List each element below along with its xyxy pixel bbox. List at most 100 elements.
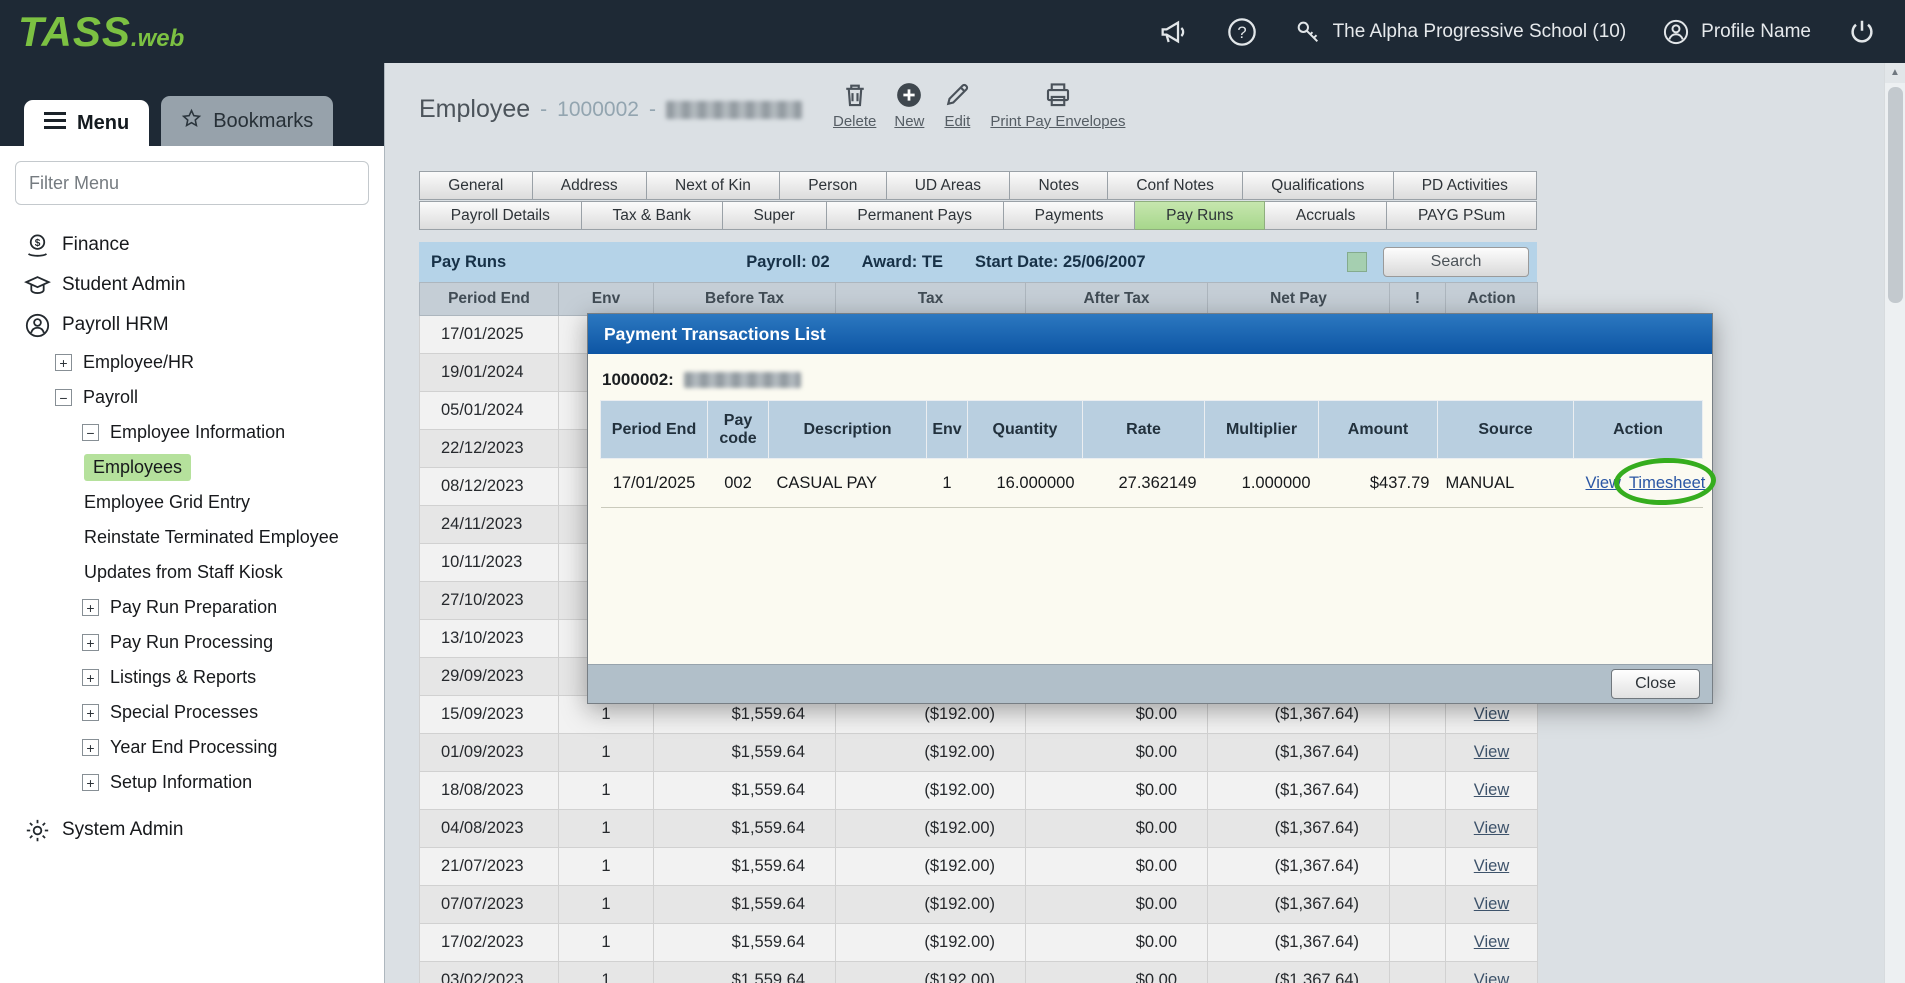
view-pay-run-link[interactable]: View <box>1474 933 1509 951</box>
sidebar-item-label[interactable]: Listings & Reports <box>110 667 256 688</box>
column-header-action: Action <box>1446 283 1538 316</box>
tab-payroll-details[interactable]: Payroll Details <box>419 201 582 230</box>
edit-button[interactable]: Edit <box>942 80 972 130</box>
view-transaction-link[interactable]: View <box>1586 474 1621 492</box>
record-toolbar: Delete New Edit Print Pay Envelopes <box>833 80 1125 130</box>
sidebar-item-employee-grid-entry[interactable]: Employee Grid Entry <box>15 485 369 520</box>
sidebar-item-label[interactable]: Employees <box>84 454 191 481</box>
tab-conf-notes[interactable]: Conf Notes <box>1108 171 1243 200</box>
expand-plus-icon[interactable]: + <box>82 774 99 791</box>
sidebar-item-employee-hr[interactable]: + Employee/HR <box>15 345 369 380</box>
view-pay-run-link[interactable]: View <box>1474 781 1509 799</box>
sidebar-item-student-admin[interactable]: Student Admin <box>15 265 369 305</box>
tab-qualifications[interactable]: Qualifications <box>1243 171 1393 200</box>
tab-permanent-pays[interactable]: Permanent Pays <box>827 201 1004 230</box>
tab-payments[interactable]: Payments <box>1004 201 1136 230</box>
profile-menu[interactable]: Profile Name <box>1662 18 1811 46</box>
bookmarks-tab[interactable]: Bookmarks <box>161 96 333 146</box>
expand-plus-icon[interactable]: + <box>82 634 99 651</box>
collapse-minus-icon[interactable]: − <box>55 389 72 406</box>
expand-plus-icon[interactable]: + <box>82 704 99 721</box>
collapse-minus-icon[interactable]: − <box>82 424 99 441</box>
sidebar-item-year-end-processing[interactable]: + Year End Processing <box>15 730 369 765</box>
sidebar-item-reinstate-terminated-employee[interactable]: Reinstate Terminated Employee <box>15 520 369 555</box>
sidebar-item-employees[interactable]: Employees <box>15 450 369 485</box>
tab-pd-activities[interactable]: PD Activities <box>1394 171 1538 200</box>
modal-title-bar[interactable]: Payment Transactions List <box>588 314 1712 354</box>
sidebar-item-label[interactable]: Student Admin <box>62 274 186 296</box>
sidebar-item-label[interactable]: Finance <box>62 234 130 256</box>
cell-description: CASUAL PAY <box>769 459 927 508</box>
sidebar-item-label[interactable]: Updates from Staff Kiosk <box>84 562 283 583</box>
cell-env: 1 <box>927 459 968 508</box>
tab-accruals[interactable]: Accruals <box>1265 201 1387 230</box>
modal-employee-heading: 1000002: <box>600 366 1700 400</box>
view-pay-run-link[interactable]: View <box>1474 743 1509 761</box>
sidebar-item-label[interactable]: Employee Information <box>110 422 285 443</box>
vertical-scrollbar[interactable]: ▲ <box>1884 63 1905 983</box>
timesheet-link[interactable]: Timesheet <box>1629 474 1705 492</box>
tab-payg-psum[interactable]: PAYG PSum <box>1387 201 1537 230</box>
sidebar-item-label[interactable]: Payroll HRM <box>62 314 169 336</box>
help-icon[interactable]: ? <box>1226 16 1258 48</box>
tab-general[interactable]: General <box>419 171 533 200</box>
sidebar-item-label[interactable]: Pay Run Preparation <box>110 597 277 618</box>
logout-power-icon[interactable] <box>1847 17 1877 47</box>
tab-address[interactable]: Address <box>533 171 647 200</box>
sidebar-item-finance[interactable]: $Finance <box>15 225 369 265</box>
sidebar-item-pay-run-preparation[interactable]: + Pay Run Preparation <box>15 590 369 625</box>
expand-plus-icon[interactable]: + <box>82 599 99 616</box>
menu-tab[interactable]: Menu <box>24 100 149 146</box>
sidebar-item-listings-reports[interactable]: + Listings & Reports <box>15 660 369 695</box>
delete-icon <box>840 80 870 110</box>
view-pay-run-link[interactable]: View <box>1474 705 1509 723</box>
sidebar-item-label[interactable]: Employee Grid Entry <box>84 492 250 513</box>
close-button[interactable]: Close <box>1611 669 1700 699</box>
sidebar-item-payroll-hrm[interactable]: Payroll HRM <box>15 305 369 345</box>
expand-plus-icon[interactable]: + <box>55 354 72 371</box>
tass-web-logo[interactable]: TASS.web <box>18 8 184 56</box>
announcements-icon[interactable] <box>1158 16 1190 48</box>
sidebar-item-label[interactable]: Year End Processing <box>110 737 277 758</box>
sidebar-item-label[interactable]: Employee/HR <box>83 352 194 373</box>
sidebar-item-label[interactable]: Payroll <box>83 387 138 408</box>
tab-pay-runs[interactable]: Pay Runs <box>1135 201 1265 230</box>
sidebar-item-updates-from-staff-kiosk[interactable]: Updates from Staff Kiosk <box>15 555 369 590</box>
school-selector[interactable]: The Alpha Progressive School (10) <box>1294 18 1627 46</box>
sidebar-item-label[interactable]: Special Processes <box>110 702 258 723</box>
delete-button[interactable]: Delete <box>833 80 876 130</box>
view-pay-run-link[interactable]: View <box>1474 819 1509 837</box>
filter-menu-input[interactable] <box>15 161 369 205</box>
sidebar-item-payroll[interactable]: −Payroll <box>15 380 369 415</box>
sidebar-item-label[interactable]: Pay Run Processing <box>110 632 273 653</box>
tab-next-of-kin[interactable]: Next of Kin <box>647 171 780 200</box>
sidebar-item-employee-information[interactable]: −Employee Information <box>15 415 369 450</box>
tab-ud-areas[interactable]: UD Areas <box>887 171 1011 200</box>
school-name: The Alpha Progressive School (10) <box>1333 21 1627 43</box>
column-header-net-pay: Net Pay <box>1208 283 1390 316</box>
scroll-up-icon[interactable]: ▲ <box>1885 63 1905 83</box>
modal-column-header-env: Env <box>927 401 968 459</box>
tab-person[interactable]: Person <box>780 171 887 200</box>
view-pay-run-link[interactable]: View <box>1474 895 1509 913</box>
new-button[interactable]: New <box>894 80 924 130</box>
view-pay-run-link[interactable]: View <box>1474 857 1509 875</box>
top-header-bar: TASS.web ? The Alpha Progressive School … <box>0 0 1905 63</box>
view-pay-run-link[interactable]: View <box>1474 971 1509 983</box>
search-button[interactable]: Search <box>1383 247 1529 277</box>
sidebar-item-label[interactable]: System Admin <box>62 819 183 841</box>
sidebar-item-pay-run-processing[interactable]: + Pay Run Processing <box>15 625 369 660</box>
sidebar-item-system-admin[interactable]: System Admin <box>15 810 369 850</box>
tab-tax-bank[interactable]: Tax & Bank <box>582 201 723 230</box>
cell-action: View <box>1446 962 1538 983</box>
scrollbar-thumb[interactable] <box>1888 87 1903 303</box>
expand-plus-icon[interactable]: + <box>82 669 99 686</box>
tab-super[interactable]: Super <box>723 201 827 230</box>
print-pay-envelopes-button[interactable]: Print Pay Envelopes <box>990 80 1125 130</box>
sidebar-item-special-processes[interactable]: + Special Processes <box>15 695 369 730</box>
sidebar-item-label[interactable]: Reinstate Terminated Employee <box>84 527 339 548</box>
expand-plus-icon[interactable]: + <box>82 739 99 756</box>
sidebar-item-setup-information[interactable]: + Setup Information <box>15 765 369 800</box>
sidebar-item-label[interactable]: Setup Information <box>110 772 252 793</box>
tab-notes[interactable]: Notes <box>1010 171 1108 200</box>
